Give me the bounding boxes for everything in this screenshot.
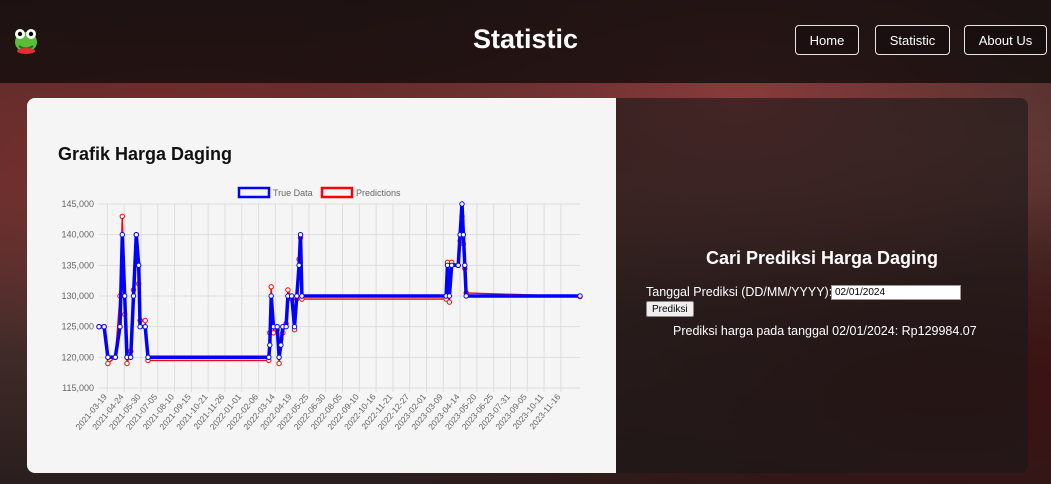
top-navbar: Statistic Home Statistic About Us: [0, 0, 1051, 83]
prediction-point: [105, 360, 111, 367]
date-label: Tanggal Prediksi (DD/MM/YYYY):: [646, 285, 833, 299]
prediction-point: [142, 317, 148, 324]
true-data-point: [133, 232, 140, 238]
legend-predictions-swatch: [320, 186, 354, 199]
true-data-point: [136, 262, 142, 269]
true-data-point: [289, 293, 295, 299]
true-data-point: [117, 324, 123, 330]
y-tick-label: 125,000: [61, 322, 94, 332]
prediction-result: Prediksi harga pada tanggal 02/01/2024: …: [673, 324, 977, 338]
true-data-point: [462, 262, 468, 269]
prediction-title: Cari Prediksi Harga Daging: [705, 248, 939, 268]
nav-statistic-button[interactable]: Statistic: [875, 25, 950, 55]
y-tick-label: 135,000: [61, 260, 94, 270]
true-data-point: [294, 293, 300, 299]
true-data-point: [577, 293, 583, 299]
true-data-point: [296, 262, 302, 269]
prediction-point: [124, 360, 130, 367]
true-data-point: [276, 354, 282, 360]
true-data-point: [460, 232, 467, 238]
y-axis-ticks: 145,000 140,000 135,000 130,000 125,000 120,0…: [61, 199, 94, 393]
prediction-panel: Cari Prediksi Harga Daging Tanggal Predi…: [616, 98, 1028, 473]
price-line-chart: True Data Predictions 145,000 140,000 135,…: [61, 186, 583, 432]
date-input[interactable]: [831, 285, 961, 300]
true-data-point: [297, 232, 304, 238]
nav-about-button[interactable]: About Us: [964, 25, 1047, 55]
chart-series: [96, 201, 583, 367]
true-data-point: [267, 342, 273, 348]
legend-predictions-label: Predictions: [356, 188, 401, 198]
prediction-point: [119, 213, 126, 220]
true-data-point: [449, 262, 455, 269]
true-data-point: [119, 232, 126, 238]
y-tick-label: 130,000: [61, 291, 94, 301]
true-data-point: [137, 324, 143, 330]
true-data-point: [291, 324, 298, 330]
predict-button[interactable]: Prediksi: [646, 301, 694, 317]
true-data-point: [105, 354, 111, 360]
true-data-point: [96, 324, 102, 330]
prediction-point: [285, 287, 291, 293]
chart-card: Grafik Harga Daging True Data Prediction…: [27, 98, 616, 473]
y-tick-label: 145,000: [61, 199, 94, 209]
true-data-point: [463, 293, 469, 299]
legend-true-data-label: True Data: [273, 188, 313, 198]
legend-true-data-swatch: [237, 186, 271, 199]
true-data-point: [128, 354, 134, 360]
y-tick-label: 120,000: [61, 352, 94, 362]
true-data-point: [283, 324, 289, 330]
x-axis-ticks: 2021-03-192021-04-242021-05-302021-07-05…: [73, 392, 562, 432]
true-data-point: [122, 293, 128, 299]
true-data-point: [266, 354, 272, 360]
true-data-point: [274, 324, 280, 330]
true-data-point: [299, 293, 305, 299]
prediction-point: [268, 284, 274, 290]
true-data-point: [278, 342, 284, 348]
series-line-true-data: [99, 202, 580, 360]
true-data-point: [459, 201, 465, 207]
true-data-point: [446, 293, 453, 299]
prediction-point: [276, 360, 282, 367]
true-data-point: [101, 324, 107, 330]
chart-legend[interactable]: True Data Predictions: [237, 186, 401, 199]
true-data-point: [112, 354, 119, 360]
y-tick-label: 140,000: [61, 230, 94, 240]
nav-home-button[interactable]: Home: [795, 25, 859, 55]
y-tick-label: 115,000: [62, 383, 94, 393]
series-line-predictions: [99, 215, 581, 365]
prediction-point: [446, 299, 453, 305]
true-data-point: [142, 324, 148, 330]
true-data-point: [130, 293, 137, 299]
true-data-point: [455, 262, 461, 269]
true-data-point: [268, 293, 274, 299]
chart-grid: [99, 203, 580, 392]
true-data-point: [145, 354, 151, 360]
